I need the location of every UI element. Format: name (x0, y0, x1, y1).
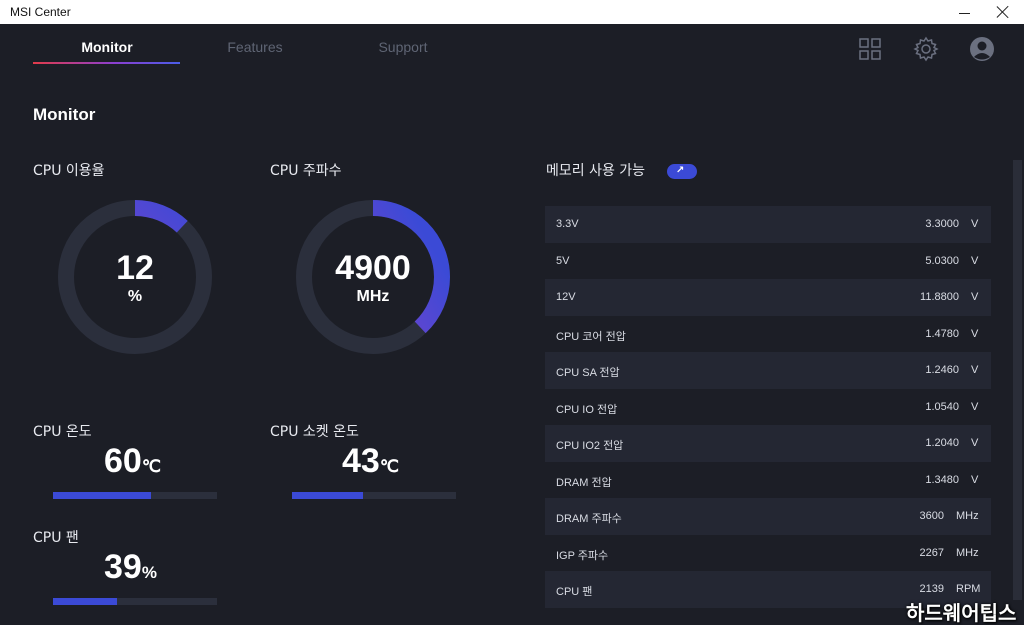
row-value: 1.2460 (925, 364, 959, 376)
row-name: 3.3V (556, 218, 579, 230)
row-unit: RPM (956, 583, 981, 595)
row-name: CPU 코어 전압 (556, 330, 626, 343)
page-title: Monitor (33, 105, 96, 124)
watermark: 하드웨어팁스 (906, 601, 1017, 625)
cpu-temp-value: 60 (104, 442, 142, 480)
cpu-usage-label: CPU 이용율 (33, 163, 105, 179)
row-name: CPU SA 전압 (556, 367, 620, 379)
socket-temp-bar-fill (292, 492, 363, 499)
row-value: 1.4780 (925, 327, 959, 340)
row-name: 5V (556, 254, 570, 267)
row-unit: V (971, 327, 979, 340)
row-value: 2139 (919, 583, 944, 595)
row-value: 1.2040 (925, 437, 959, 449)
cpu-fan-label: CPU 팬 (33, 530, 79, 546)
cpu-freq-value: 4900 (335, 249, 411, 287)
sensor-table: 3.3V 3.3000 V 5V 5.0300 V 12V 11.8800 V CPU 코어 전압… (545, 206, 991, 608)
row-unit: MHz (956, 510, 979, 522)
socket-temp-readout: 43℃ (342, 442, 399, 481)
minimize-icon[interactable] (954, 0, 974, 24)
close-icon[interactable] (995, 4, 1011, 20)
row-name: DRAM 주파수 (556, 513, 622, 525)
row-value: 1.0540 (925, 400, 959, 413)
cpu-usage-unit: % (127, 288, 143, 305)
socket-temp-label: CPU 소켓 온도 (270, 424, 359, 440)
cpu-fan-unit: % (141, 563, 157, 582)
socket-temp-bar (292, 492, 456, 499)
row-value: 3600 (919, 510, 944, 522)
tab-support[interactable]: Support (329, 39, 477, 55)
cpu-fan-value: 39 (104, 548, 142, 586)
avatar-icon[interactable] (969, 36, 995, 62)
row-value: 2267 (919, 546, 944, 559)
row-value: 1.3480 (925, 473, 959, 486)
table-row: CPU SA 전압 1.2460 V (545, 352, 991, 389)
tab-features[interactable]: Features (181, 39, 329, 55)
cpu-freq-unit: MHz (356, 288, 390, 305)
active-tab-indicator (33, 62, 180, 64)
row-unit: V (971, 400, 979, 413)
row-unit: V (971, 473, 979, 486)
table-row: DRAM 전압 1.3480 V (545, 462, 991, 499)
row-value: 11.8800 (920, 291, 959, 303)
window-title: MSI Center (10, 5, 71, 19)
cpu-freq-label: CPU 주파수 (270, 163, 342, 179)
table-row: DRAM 주파수 3600 MHz (545, 498, 991, 535)
arrow-icon: ↗ (676, 165, 685, 176)
scrollbar[interactable] (1013, 160, 1022, 600)
cpu-fan-bar (53, 598, 217, 605)
row-name: IGP 주파수 (556, 549, 609, 562)
row-name: CPU 팬 (556, 586, 593, 598)
socket-temp-value: 43 (342, 442, 380, 480)
row-name: CPU IO 전압 (556, 403, 618, 416)
row-name: 12V (556, 291, 576, 303)
memory-section-title: 메모리 사용 가능 (546, 163, 646, 179)
table-row: 3.3V 3.3000 V (545, 206, 991, 243)
cpu-fan-bar-fill (53, 598, 117, 605)
row-unit: V (971, 291, 979, 303)
tab-monitor[interactable]: Monitor (33, 39, 181, 55)
row-unit: V (971, 254, 979, 267)
row-unit: V (971, 364, 979, 376)
cpu-temp-bar (53, 492, 217, 499)
cpu-fan-readout: 39% (104, 548, 157, 587)
row-name: CPU IO2 전압 (556, 440, 624, 452)
cpu-temp-bar-fill (53, 492, 152, 499)
grid-icon[interactable] (857, 36, 883, 62)
memory-expand-button[interactable]: ↗ (667, 164, 697, 179)
table-row: 12V 11.8800 V (545, 279, 991, 316)
row-unit: V (971, 218, 979, 230)
table-row: 5V 5.0300 V (545, 243, 991, 280)
row-value: 3.3000 (925, 218, 959, 230)
title-bar: MSI Center (0, 0, 1024, 24)
row-value: 5.0300 (925, 254, 959, 267)
table-row: CPU IO2 전압 1.2040 V (545, 425, 991, 462)
row-name: DRAM 전압 (556, 476, 612, 489)
cpu-temp-readout: 60℃ (104, 442, 161, 481)
table-row: CPU IO 전압 1.0540 V (545, 389, 991, 426)
table-row: IGP 주파수 2267 MHz (545, 535, 991, 572)
row-unit: MHz (956, 546, 979, 559)
row-unit: V (971, 437, 979, 449)
cpu-usage-value: 12 (116, 249, 154, 287)
table-row: CPU 코어 전압 1.4780 V (545, 316, 991, 353)
cpu-temp-unit: ℃ (141, 457, 161, 476)
socket-temp-unit: ℃ (379, 457, 399, 476)
cpu-temp-label: CPU 온도 (33, 424, 92, 440)
gear-icon[interactable] (913, 36, 939, 62)
